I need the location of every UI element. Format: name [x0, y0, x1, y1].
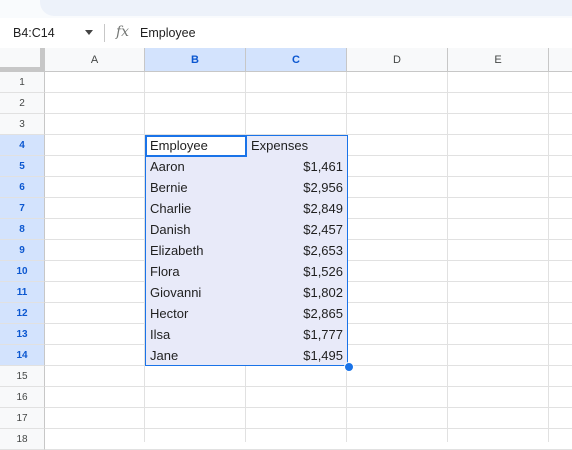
column-header-a[interactable]: A [45, 48, 145, 72]
name-box[interactable]: B4:C14 [13, 26, 55, 40]
cell-expenses[interactable]: $1,461 [247, 156, 347, 177]
row-header-12[interactable]: 12 [0, 303, 45, 324]
top-toolbar-strip [0, 0, 572, 18]
formula-input[interactable]: Employee [140, 26, 196, 40]
row-header-2[interactable]: 2 [0, 93, 45, 114]
grid-row-line [45, 428, 572, 429]
grid-column-line [548, 72, 549, 442]
header-cell-expenses[interactable]: Expenses [247, 135, 347, 156]
row-header-10[interactable]: 10 [0, 261, 45, 282]
cell-employee[interactable]: Hector [146, 303, 246, 324]
fill-handle[interactable] [344, 362, 354, 372]
row-header-6[interactable]: 6 [0, 177, 45, 198]
row-header-8[interactable]: 8 [0, 219, 45, 240]
cell-employee[interactable]: Elizabeth [146, 240, 246, 261]
cell-expenses[interactable]: $2,849 [247, 198, 347, 219]
column-header-b[interactable]: B [145, 48, 246, 72]
cell-employee[interactable]: Charlie [146, 198, 246, 219]
grid-row-line [45, 92, 572, 93]
grid-row-line [45, 407, 572, 408]
row-header-5[interactable]: 5 [0, 156, 45, 177]
row-header-13[interactable]: 13 [0, 324, 45, 345]
fx-icon: fx [116, 24, 130, 40]
column-header-partial[interactable] [549, 48, 572, 72]
cell-employee[interactable]: Danish [146, 219, 246, 240]
cell-expenses[interactable]: $1,777 [247, 324, 347, 345]
column-header-c[interactable]: C [246, 48, 347, 72]
row-header-15[interactable]: 15 [0, 366, 45, 387]
row-header-1[interactable]: 1 [0, 72, 45, 93]
row-header-3[interactable]: 3 [0, 114, 45, 135]
cell-employee[interactable]: Aaron [146, 156, 246, 177]
select-all-corner[interactable] [0, 48, 45, 72]
column-header-e[interactable]: E [448, 48, 549, 72]
header-cell-employee[interactable]: Employee [146, 135, 246, 156]
cell-expenses[interactable]: $1,802 [247, 282, 347, 303]
name-box-dropdown-icon[interactable] [85, 30, 93, 35]
freeze-row-handle[interactable] [0, 67, 44, 71]
row-header-4[interactable]: 4 [0, 135, 45, 156]
grid-column-line [447, 72, 448, 442]
toolbar-pill [40, 0, 572, 16]
cell-expenses[interactable]: $2,653 [247, 240, 347, 261]
row-header-9[interactable]: 9 [0, 240, 45, 261]
cell-expenses[interactable]: $2,457 [247, 219, 347, 240]
row-header-18[interactable]: 18 [0, 429, 45, 450]
cell-employee[interactable]: Flora [146, 261, 246, 282]
cell-employee[interactable]: Giovanni [146, 282, 246, 303]
row-header-11[interactable]: 11 [0, 282, 45, 303]
cell-employee[interactable]: Ilsa [146, 324, 246, 345]
cell-employee[interactable]: Jane [146, 345, 246, 366]
cell-expenses[interactable]: $1,495 [247, 345, 347, 366]
row-header-16[interactable]: 16 [0, 387, 45, 408]
formula-bar: B4:C14 fx Employee [0, 18, 572, 49]
cell-expenses[interactable]: $2,956 [247, 177, 347, 198]
row-header-17[interactable]: 17 [0, 408, 45, 429]
grid-row-line [45, 113, 572, 114]
formula-bar-divider [104, 24, 105, 42]
cell-employee[interactable]: Bernie [146, 177, 246, 198]
cell-expenses[interactable]: $2,865 [247, 303, 347, 324]
row-header-14[interactable]: 14 [0, 345, 45, 366]
cell-expenses[interactable]: $1,526 [247, 261, 347, 282]
row-header-7[interactable]: 7 [0, 198, 45, 219]
column-header-d[interactable]: D [347, 48, 448, 72]
grid-row-line [45, 386, 572, 387]
